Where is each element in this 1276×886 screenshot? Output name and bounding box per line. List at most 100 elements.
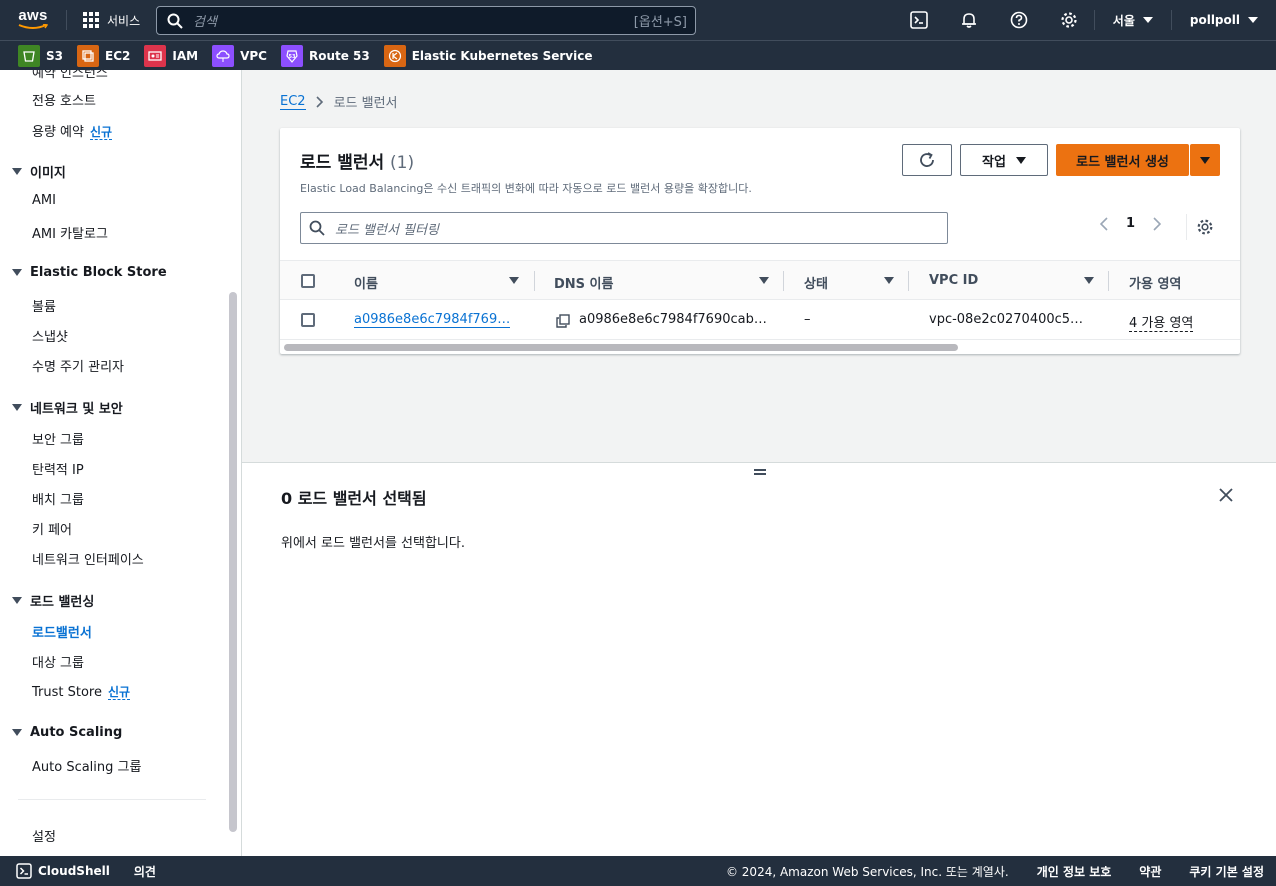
sidebar-item-reserved-instances[interactable]: 예약 인스턴스 bbox=[32, 70, 108, 81]
favorite-label: EC2 bbox=[105, 48, 131, 63]
feedback-link[interactable]: 의견 bbox=[134, 863, 156, 880]
sidebar-item-dedicated-hosts[interactable]: 전용 호스트 bbox=[32, 90, 96, 109]
column-divider[interactable] bbox=[783, 271, 784, 291]
create-dropdown-button[interactable] bbox=[1190, 144, 1220, 176]
column-header-vpc[interactable]: VPC ID bbox=[929, 273, 978, 288]
cloudshell-footer-button[interactable]: CloudShell bbox=[0, 863, 110, 879]
top-navigation: aws 서비스 검색 [옵션+S] 서울 pollpoll bbox=[0, 0, 1276, 40]
footer-links: © 2024, Amazon Web Services, Inc. 또는 계열사… bbox=[726, 863, 1264, 880]
favorite-iam[interactable]: IAM bbox=[144, 44, 198, 67]
ec2-service-icon bbox=[77, 44, 99, 67]
page-number[interactable]: 1 bbox=[1126, 216, 1135, 231]
column-divider[interactable] bbox=[534, 271, 535, 291]
sidebar-item-network-interfaces[interactable]: 네트워크 인터페이스 bbox=[32, 549, 144, 568]
table-preferences-button[interactable] bbox=[1196, 218, 1214, 240]
help-icon bbox=[1010, 11, 1028, 29]
sidebar-section-label: 이미지 bbox=[30, 166, 66, 181]
favorite-label: VPC bbox=[240, 48, 267, 63]
lb-vpc-id: vpc-08e2c0270400c5… bbox=[929, 312, 1084, 327]
search-input[interactable]: 검색 [옵션+S] bbox=[156, 6, 696, 35]
sidebar-item-auto-scaling-groups[interactable]: Auto Scaling 그룹 bbox=[32, 756, 141, 775]
sort-icon[interactable] bbox=[884, 277, 894, 284]
sort-icon[interactable] bbox=[1084, 277, 1094, 284]
sidebar-item-key-pairs[interactable]: 키 페어 bbox=[32, 519, 72, 538]
column-header-az[interactable]: 가용 영역 bbox=[1129, 273, 1181, 292]
chevron-left-icon[interactable] bbox=[1100, 216, 1108, 231]
lb-name-link[interactable]: a0986e8e6c7984f769… bbox=[354, 312, 511, 328]
chevron-right-icon[interactable] bbox=[1153, 216, 1162, 231]
row-checkbox[interactable] bbox=[301, 313, 315, 327]
favorite-vpc[interactable]: VPC bbox=[212, 44, 267, 67]
sidebar-item-volumes[interactable]: 볼륨 bbox=[32, 296, 56, 315]
services-menu[interactable]: 서비스 bbox=[67, 0, 152, 40]
settings-button[interactable] bbox=[1044, 0, 1094, 40]
terms-link[interactable]: 약관 bbox=[1139, 863, 1161, 880]
sort-icon[interactable] bbox=[759, 277, 769, 284]
settings-icon bbox=[1061, 12, 1077, 28]
notifications-button[interactable] bbox=[944, 0, 994, 40]
sidebar-item-snapshots[interactable]: 스냅샷 bbox=[32, 326, 68, 345]
help-button[interactable] bbox=[994, 0, 1044, 40]
favorite-s3[interactable]: S3 bbox=[18, 44, 63, 67]
sidebar-scrollbar[interactable] bbox=[229, 292, 237, 832]
filter-input[interactable]: 로드 밸런서 필터링 bbox=[300, 212, 948, 244]
sidebar-section-auto-scaling[interactable]: Auto Scaling bbox=[12, 725, 122, 740]
sort-icon[interactable] bbox=[509, 277, 519, 284]
breadcrumb-ec2-link[interactable]: EC2 bbox=[280, 94, 306, 110]
column-divider[interactable] bbox=[908, 271, 909, 291]
sidebar-item-ami[interactable]: AMI bbox=[32, 193, 56, 208]
sidebar: 예약 인스턴스 전용 호스트 용량 예약 신규 이미지 AMI AMI 카탈로그 … bbox=[0, 70, 242, 856]
privacy-link[interactable]: 개인 정보 보호 bbox=[1037, 863, 1112, 880]
select-all-checkbox[interactable] bbox=[301, 274, 315, 288]
pagination: 1 bbox=[1100, 216, 1162, 231]
panel-description: Elastic Load Balancing은 수신 트래픽의 변화에 따라 자… bbox=[300, 182, 752, 195]
sidebar-section-label: Elastic Block Store bbox=[30, 265, 167, 280]
sidebar-section-ebs[interactable]: Elastic Block Store bbox=[12, 265, 167, 280]
close-button[interactable] bbox=[1218, 487, 1234, 507]
actions-button[interactable]: 작업 bbox=[960, 144, 1048, 176]
aws-logo[interactable]: aws bbox=[0, 0, 66, 40]
sidebar-item-elastic-ips[interactable]: 탄력적 IP bbox=[32, 459, 84, 478]
caret-down-icon bbox=[12, 269, 22, 276]
lb-availability-zones[interactable]: 4 가용 영역 bbox=[1129, 312, 1194, 332]
sidebar-item-label: Trust Store bbox=[32, 685, 102, 700]
sidebar-item-lifecycle-manager[interactable]: 수명 주기 관리자 bbox=[32, 356, 124, 375]
favorite-eks[interactable]: Elastic Kubernetes Service bbox=[383, 44, 592, 67]
sidebar-item-settings[interactable]: 설정 bbox=[32, 826, 56, 845]
column-divider[interactable] bbox=[1108, 271, 1109, 291]
load-balancers-panel: 로드 밸런서 (1) Elastic Load Balancing은 수신 트래… bbox=[280, 128, 1240, 354]
sidebar-section-load-balancing[interactable]: 로드 밸런싱 bbox=[12, 591, 94, 610]
favorite-ec2[interactable]: EC2 bbox=[77, 44, 131, 67]
sidebar-section-network-security[interactable]: 네트워크 및 보안 bbox=[12, 398, 123, 417]
sidebar-item-placement-groups[interactable]: 배치 그룹 bbox=[32, 489, 84, 508]
resize-handle-icon[interactable] bbox=[754, 469, 766, 475]
account-menu[interactable]: pollpoll bbox=[1172, 0, 1276, 40]
column-header-dns[interactable]: DNS 이름 bbox=[554, 273, 613, 292]
footer: CloudShell 의견 © 2024, Amazon Web Service… bbox=[0, 856, 1276, 886]
pager-divider bbox=[1186, 214, 1187, 240]
sidebar-item-load-balancers[interactable]: 로드밸런서 bbox=[32, 622, 92, 641]
copy-icon[interactable] bbox=[556, 314, 570, 328]
sidebar-item-capacity-reservations[interactable]: 용량 예약 신규 bbox=[32, 121, 113, 140]
caret-down-icon bbox=[12, 597, 22, 604]
sidebar-item-ami-catalog[interactable]: AMI 카탈로그 bbox=[32, 223, 108, 242]
region-selector[interactable]: 서울 bbox=[1095, 0, 1171, 40]
create-load-balancer-button[interactable]: 로드 밸런서 생성 bbox=[1056, 144, 1189, 176]
new-badge: 신규 bbox=[107, 685, 131, 700]
panel-title-text: 로드 밸런서 bbox=[300, 153, 385, 173]
column-header-name[interactable]: 이름 bbox=[354, 273, 378, 292]
favorite-route53[interactable]: 53 Route 53 bbox=[280, 44, 370, 67]
panel-title: 로드 밸런서 (1) bbox=[300, 148, 414, 173]
sidebar-item-security-groups[interactable]: 보안 그룹 bbox=[32, 429, 84, 448]
split-panel-message: 위에서 로드 밸런서를 선택합니다. bbox=[281, 536, 465, 551]
sidebar-item-target-groups[interactable]: 대상 그룹 bbox=[32, 652, 84, 671]
sidebar-section-images[interactable]: 이미지 bbox=[12, 162, 66, 181]
sidebar-item-trust-stores[interactable]: Trust Store 신규 bbox=[32, 683, 131, 700]
table-row[interactable]: a0986e8e6c7984f769… a0986e8e6c7984f7690c… bbox=[280, 300, 1240, 340]
refresh-button[interactable] bbox=[902, 144, 952, 176]
column-header-state[interactable]: 상태 bbox=[804, 273, 828, 292]
cloudshell-label: CloudShell bbox=[38, 864, 110, 878]
table-horizontal-scrollbar[interactable] bbox=[284, 344, 958, 351]
cookie-preferences-link[interactable]: 쿠키 기본 설정 bbox=[1189, 863, 1264, 880]
cloudshell-button[interactable] bbox=[894, 0, 944, 40]
